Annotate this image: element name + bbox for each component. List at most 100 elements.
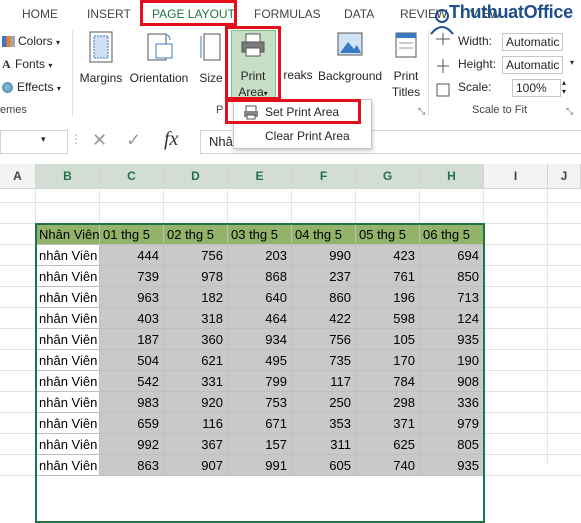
table-value-cell[interactable]: 920 — [164, 392, 228, 413]
column-header-a[interactable]: A — [0, 164, 36, 188]
table-value-cell[interactable]: 659 — [100, 413, 164, 434]
table-value-cell[interactable]: 311 — [292, 434, 356, 455]
table-value-cell[interactable]: 598 — [356, 308, 420, 329]
table-value-cell[interactable]: 784 — [356, 371, 420, 392]
breaks-button[interactable]: reaks — [280, 30, 316, 82]
table-value-cell[interactable]: 117 — [292, 371, 356, 392]
column-header-g[interactable]: G — [356, 164, 420, 188]
table-value-cell[interactable]: 799 — [228, 371, 292, 392]
scale-spinner[interactable]: ▴ ▾ — [562, 78, 566, 96]
table-name-cell[interactable]: nhân Viên — [36, 350, 100, 371]
colors-button[interactable]: Colors ▾ — [2, 34, 60, 48]
table-value-cell[interactable]: 863 — [100, 455, 164, 476]
height-select[interactable]: Automatic — [502, 56, 563, 74]
table-value-cell[interactable]: 105 — [356, 329, 420, 350]
table-name-cell[interactable]: nhân Viên — [36, 371, 100, 392]
table-value-cell[interactable]: 983 — [100, 392, 164, 413]
table-header-cell[interactable]: 02 thg 5 — [164, 224, 228, 245]
table-value-cell[interactable]: 761 — [356, 266, 420, 287]
table-value-cell[interactable]: 353 — [292, 413, 356, 434]
table-value-cell[interactable]: 740 — [356, 455, 420, 476]
table-value-cell[interactable]: 116 — [164, 413, 228, 434]
table-value-cell[interactable]: 464 — [228, 308, 292, 329]
table-name-cell[interactable]: nhân Viên — [36, 245, 100, 266]
column-header-j[interactable]: J — [548, 164, 581, 188]
table-name-cell[interactable]: nhân Viên — [36, 287, 100, 308]
print-titles-button[interactable]: Print Titles — [386, 30, 426, 99]
clear-print-area-item[interactable]: Clear Print Area — [234, 125, 371, 147]
table-value-cell[interactable]: 331 — [164, 371, 228, 392]
dialog-launcher-icon[interactable]: ⤡ — [566, 106, 573, 117]
table-name-cell[interactable]: nhân Viên — [36, 455, 100, 476]
table-value-cell[interactable]: 963 — [100, 287, 164, 308]
table-value-cell[interactable]: 934 — [228, 329, 292, 350]
effects-button[interactable]: Effects ▾ — [2, 80, 61, 94]
table-value-cell[interactable]: 868 — [228, 266, 292, 287]
table-value-cell[interactable]: 336 — [420, 392, 484, 413]
table-value-cell[interactable]: 444 — [100, 245, 164, 266]
column-header-i[interactable]: I — [484, 164, 548, 188]
table-value-cell[interactable]: 756 — [292, 329, 356, 350]
table-value-cell[interactable]: 237 — [292, 266, 356, 287]
table-value-cell[interactable]: 422 — [292, 308, 356, 329]
table-value-cell[interactable]: 713 — [420, 287, 484, 308]
table-value-cell[interactable]: 991 — [228, 455, 292, 476]
chevron-down-icon[interactable]: ▾ — [41, 134, 46, 145]
cancel-icon[interactable]: ✕ — [92, 130, 107, 151]
dialog-launcher-icon[interactable]: ⤡ — [418, 106, 425, 117]
table-value-cell[interactable]: 979 — [420, 413, 484, 434]
table-value-cell[interactable]: 935 — [420, 329, 484, 350]
column-header-c[interactable]: C — [100, 164, 164, 188]
table-value-cell[interactable]: 850 — [420, 266, 484, 287]
table-name-cell[interactable]: nhân Viên — [36, 329, 100, 350]
background-button[interactable]: Background — [318, 30, 382, 83]
table-value-cell[interactable]: 908 — [420, 371, 484, 392]
table-value-cell[interactable]: 625 — [356, 434, 420, 455]
table-value-cell[interactable]: 371 — [356, 413, 420, 434]
table-header-cell[interactable]: 06 thg 5 — [420, 224, 484, 245]
column-header-e[interactable]: E — [228, 164, 292, 188]
table-value-cell[interactable]: 190 — [420, 350, 484, 371]
table-value-cell[interactable]: 621 — [164, 350, 228, 371]
table-name-cell[interactable]: nhân Viên — [36, 266, 100, 287]
table-name-cell[interactable]: nhân Viên — [36, 392, 100, 413]
tab-insert[interactable]: INSERT — [87, 0, 131, 26]
chevron-down-icon[interactable]: ▾ — [570, 58, 574, 67]
table-header-cell[interactable]: 03 thg 5 — [228, 224, 292, 245]
table-value-cell[interactable]: 860 — [292, 287, 356, 308]
table-value-cell[interactable]: 990 — [292, 245, 356, 266]
table-value-cell[interactable]: 403 — [100, 308, 164, 329]
table-value-cell[interactable]: 504 — [100, 350, 164, 371]
table-value-cell[interactable]: 739 — [100, 266, 164, 287]
tab-formulas[interactable]: FORMULAS — [254, 0, 321, 26]
table-value-cell[interactable]: 360 — [164, 329, 228, 350]
table-value-cell[interactable]: 756 — [164, 245, 228, 266]
insert-function-icon[interactable]: fx — [164, 128, 178, 151]
size-button[interactable]: Size — [196, 30, 226, 85]
table-value-cell[interactable]: 992 — [100, 434, 164, 455]
table-value-cell[interactable]: 367 — [164, 434, 228, 455]
column-header-b[interactable]: B — [36, 164, 100, 188]
table-name-cell[interactable]: nhân Viên — [36, 434, 100, 455]
table-value-cell[interactable]: 605 — [292, 455, 356, 476]
tab-home[interactable]: HOME — [22, 0, 58, 26]
table-value-cell[interactable]: 735 — [292, 350, 356, 371]
table-value-cell[interactable]: 935 — [420, 455, 484, 476]
table-value-cell[interactable]: 542 — [100, 371, 164, 392]
table-value-cell[interactable]: 196 — [356, 287, 420, 308]
table-value-cell[interactable]: 182 — [164, 287, 228, 308]
table-value-cell[interactable]: 671 — [228, 413, 292, 434]
orientation-button[interactable]: Orientation — [124, 30, 194, 85]
fonts-button[interactable]: A Fonts ▾ — [2, 57, 52, 72]
table-value-cell[interactable]: 157 — [228, 434, 292, 455]
table-value-cell[interactable]: 907 — [164, 455, 228, 476]
table-value-cell[interactable]: 753 — [228, 392, 292, 413]
table-value-cell[interactable]: 423 — [356, 245, 420, 266]
table-header-cell[interactable]: 01 thg 5 — [100, 224, 164, 245]
table-value-cell[interactable]: 170 — [356, 350, 420, 371]
table-value-cell[interactable]: 187 — [100, 329, 164, 350]
margins-button[interactable]: Margins — [78, 30, 124, 85]
scale-input[interactable]: 100% — [512, 79, 561, 97]
column-header-h[interactable]: H — [420, 164, 484, 188]
table-value-cell[interactable]: 250 — [292, 392, 356, 413]
